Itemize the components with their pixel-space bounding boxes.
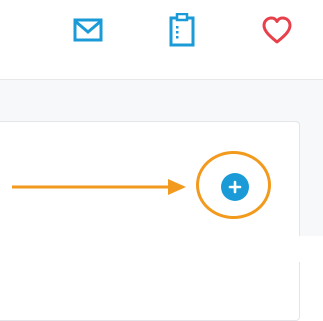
plus-icon [228,180,242,194]
content-card [0,121,300,321]
mail-icon[interactable] [70,12,106,48]
heart-icon[interactable] [259,12,295,48]
add-button[interactable] [221,173,249,201]
lower-blank-area [0,236,323,262]
clipboard-icon[interactable] [164,12,200,48]
top-toolbar [0,0,323,80]
annotation-arrow [12,179,186,195]
